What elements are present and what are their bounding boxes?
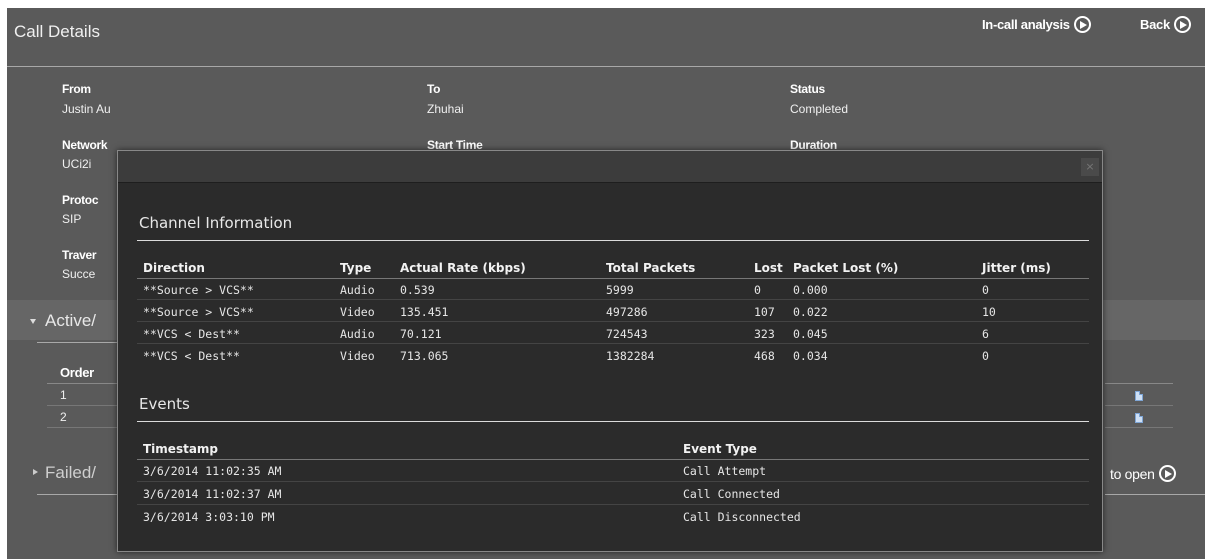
close-icon[interactable]: × [1081, 158, 1099, 176]
failed-divider [37, 494, 119, 495]
active-divider [37, 342, 119, 343]
dialog-titlebar[interactable]: × [118, 151, 1102, 183]
cell-event-type: Call Disconnected [683, 510, 801, 524]
row-divider [1105, 405, 1173, 406]
cell-direction: **VCS < Dest** [143, 349, 240, 363]
table-rule-right [1105, 383, 1173, 384]
col-type: Type [340, 261, 372, 275]
channel-header-rule [137, 278, 1089, 279]
cell-total: 724543 [606, 327, 648, 341]
order-cell: 2 [60, 410, 67, 424]
cell-direction: **VCS < Dest** [143, 327, 240, 341]
row-divider [137, 504, 1089, 505]
cell-jitter: 6 [982, 327, 989, 341]
in-call-analysis-link[interactable]: In-call analysis [982, 16, 1091, 33]
status-value: Completed [790, 102, 849, 116]
col-direction: Direction [143, 261, 205, 275]
cell-pct: 0.045 [793, 327, 828, 341]
col-actual-rate: Actual Rate (kbps) [400, 261, 526, 275]
row-divider [137, 299, 1089, 300]
cell-lost: 468 [754, 349, 775, 363]
col-jitter: Jitter (ms) [982, 261, 1051, 275]
row-divider [137, 343, 1089, 344]
from-value: Justin Au [62, 102, 111, 116]
cell-lost: 0 [754, 283, 761, 297]
in-call-analysis-label: In-call analysis [982, 17, 1070, 32]
play-circle-icon [1073, 16, 1091, 33]
cell-pct: 0.022 [793, 305, 828, 319]
cell-timestamp: 3/6/2014 11:02:35 AM [143, 464, 282, 478]
document-icon[interactable] [1135, 391, 1143, 401]
col-timestamp: Timestamp [143, 442, 219, 456]
header-divider [7, 66, 1205, 67]
cell-total: 1382284 [606, 349, 655, 363]
row-divider [47, 427, 119, 428]
active-section-title: Active/ [45, 311, 97, 330]
expand-icon [30, 319, 36, 324]
row-divider [137, 321, 1089, 322]
col-packet-lost: Packet Lost (%) [793, 261, 899, 275]
traversal-label: Traver [62, 248, 97, 262]
cell-event-type: Call Attempt [683, 464, 767, 478]
to-value: Zhuhai [427, 102, 464, 116]
channel-heading-rule [137, 240, 1089, 241]
protocol-label: Protoc [62, 193, 99, 207]
to-label: To [427, 82, 441, 96]
cell-timestamp: 3/6/2014 11:02:37 AM [143, 487, 282, 501]
cell-rate: 713.065 [400, 349, 449, 363]
network-value: UCi2i [62, 157, 92, 171]
cell-jitter: 0 [982, 349, 989, 363]
events-heading: Events [139, 395, 190, 413]
cell-timestamp: 3/6/2014 3:03:10 PM [143, 510, 275, 524]
cell-type: Video [340, 305, 375, 319]
cell-pct: 0.000 [793, 283, 828, 297]
cell-pct: 0.034 [793, 349, 828, 363]
events-heading-rule [137, 421, 1089, 422]
cell-total: 5999 [606, 283, 634, 297]
order-header: Order [60, 365, 94, 380]
play-circle-icon [1173, 16, 1191, 33]
play-circle-icon [1158, 465, 1176, 482]
cell-jitter: 0 [982, 283, 989, 297]
failed-divider-right [1105, 494, 1205, 495]
open-label: to open [1110, 465, 1155, 482]
page-title: Call Details [14, 22, 100, 41]
row-divider [137, 481, 1089, 482]
cell-lost: 107 [754, 305, 775, 319]
row-divider [47, 405, 119, 406]
document-icon[interactable] [1135, 413, 1143, 423]
collapse-icon [33, 469, 38, 475]
channel-info-heading: Channel Information [139, 214, 293, 232]
cell-rate: 70.121 [400, 327, 442, 341]
events-header-rule [137, 459, 1089, 460]
protocol-value: SIP [62, 212, 82, 226]
row-divider [1105, 427, 1173, 428]
cell-total: 497286 [606, 305, 648, 319]
cell-jitter: 10 [982, 305, 996, 319]
back-link[interactable]: Back [1140, 16, 1191, 33]
click-to-open-link[interactable]: to open [1110, 465, 1176, 482]
order-header-rule [47, 383, 119, 384]
cell-lost: 323 [754, 327, 775, 341]
cell-rate: 0.539 [400, 283, 435, 297]
cell-rate: 135.451 [400, 305, 449, 319]
col-total-packets: Total Packets [606, 261, 696, 275]
channel-info-dialog: × Channel Information Direction Type Act… [117, 150, 1103, 552]
cell-type: Audio [340, 283, 375, 297]
cell-event-type: Call Connected [683, 487, 780, 501]
from-label: From [62, 82, 91, 96]
order-cell: 1 [60, 388, 67, 402]
cell-direction: **Source > VCS** [143, 283, 254, 297]
col-lost: Lost [754, 261, 783, 275]
network-label: Network [62, 138, 108, 152]
back-label: Back [1140, 17, 1170, 32]
col-event-type: Event Type [683, 442, 757, 456]
cell-type: Video [340, 349, 375, 363]
cell-type: Audio [340, 327, 375, 341]
status-label: Status [790, 82, 825, 96]
traversal-value: Succe [62, 267, 96, 281]
failed-section-title[interactable]: Failed/ [45, 463, 96, 483]
cell-direction: **Source > VCS** [143, 305, 254, 319]
